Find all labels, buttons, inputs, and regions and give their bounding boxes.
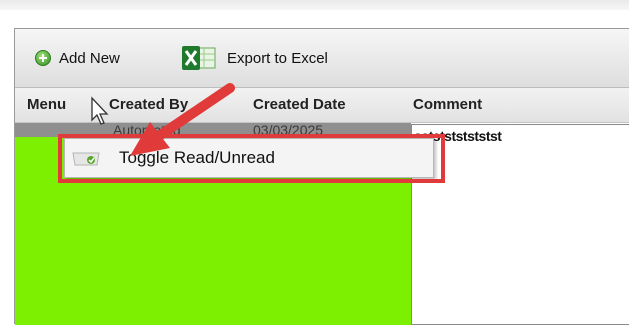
annotation-arrow-icon — [130, 83, 235, 156]
toolbar: Add New Export to Excel — [15, 29, 629, 88]
mouse-cursor-icon — [91, 96, 109, 125]
add-new-button[interactable]: Add New — [35, 46, 120, 70]
top-bar — [0, 0, 629, 10]
add-new-label: Add New — [59, 49, 120, 67]
excel-icon — [182, 46, 216, 70]
column-header-menu[interactable]: Menu — [27, 96, 66, 113]
export-to-excel-button[interactable]: Export to Excel — [181, 46, 328, 70]
add-circle-icon — [35, 50, 51, 66]
column-header-comment[interactable]: Comment — [413, 96, 482, 113]
export-label: Export to Excel — [227, 49, 328, 67]
